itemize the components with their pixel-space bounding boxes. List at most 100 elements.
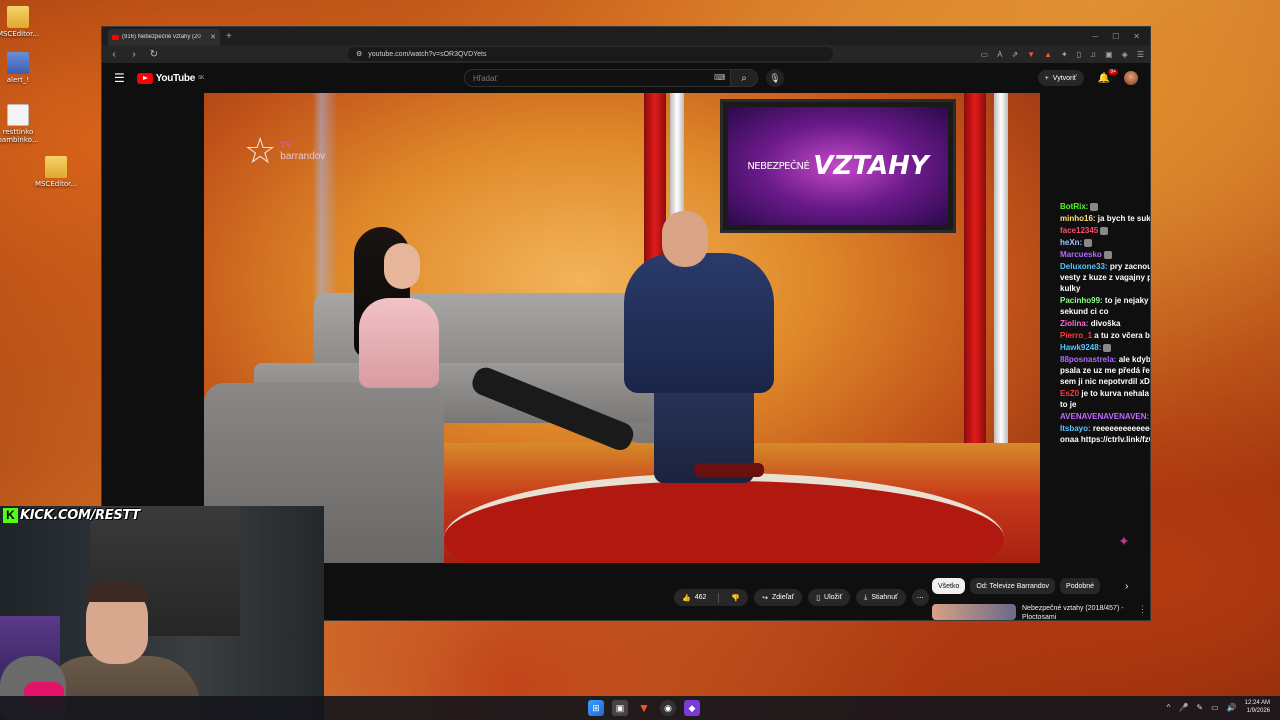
share-button[interactable]: ↪ Zdieľať bbox=[754, 589, 803, 606]
microphone-icon[interactable]: 🎙 bbox=[766, 69, 784, 87]
chip-all[interactable]: Všetko bbox=[932, 578, 966, 594]
video-player[interactable]: NEBEZPEČNÉ VZTAHY ☆ TV barrandov bbox=[204, 93, 1040, 563]
chat-username[interactable]: heXn: bbox=[1060, 238, 1082, 247]
translate-icon[interactable]: A bbox=[997, 50, 1002, 59]
kick-logo-icon: ✦ bbox=[1118, 533, 1130, 549]
chat-message: Pacinho99: to je nejaky hamilton za 30 s… bbox=[1060, 295, 1150, 317]
more-actions-button[interactable]: ⋯ bbox=[911, 589, 929, 606]
notifications-bell-icon[interactable]: 🔔 9+ bbox=[1098, 68, 1118, 84]
search-box: ⌨ ⌕ 🎙 bbox=[464, 69, 784, 87]
desktop-icon-msceditor[interactable]: MSCEditor... bbox=[0, 6, 48, 38]
cast-icon[interactable]: ▭ bbox=[981, 50, 989, 59]
chat-username[interactable]: Marcuesko bbox=[1060, 250, 1102, 259]
folder-icon bbox=[7, 6, 29, 28]
taskbar: ⊞ ▣ ▼ ◉ ◆ ^ 🎤 ✎ ▭ 🔊 12:24 AM 1/9/2026 bbox=[0, 696, 1280, 720]
chat-username[interactable]: Itsbayo: bbox=[1060, 424, 1091, 433]
extensions-icon[interactable]: ✦ bbox=[1061, 50, 1068, 59]
desktop-icon-alert[interactable]: alert_! bbox=[0, 52, 48, 84]
chat-message: minho16: ja bych te sukal od rana do vec… bbox=[1060, 213, 1151, 224]
emote-icon bbox=[1100, 226, 1109, 235]
wallet-icon[interactable]: ▣ bbox=[1105, 50, 1113, 59]
host-body bbox=[624, 253, 774, 393]
chat-username[interactable]: Pacinho99: bbox=[1060, 296, 1103, 305]
close-tab-icon[interactable]: ✕ bbox=[210, 33, 216, 41]
chat-username[interactable]: face12345 bbox=[1060, 226, 1098, 235]
search-input[interactable] bbox=[464, 69, 730, 87]
plus-icon: + bbox=[1044, 74, 1049, 82]
guest-face bbox=[384, 243, 420, 289]
chat-username[interactable]: Deluxone33: bbox=[1060, 262, 1108, 271]
star-logo-icon: ☆ bbox=[244, 130, 277, 171]
media-icon[interactable]: ♫ bbox=[1090, 50, 1096, 59]
window-controls: ─ ☐ ✕ bbox=[1092, 32, 1150, 41]
pen-icon[interactable]: ✎ bbox=[1196, 703, 1203, 712]
save-button[interactable]: ▯ Uložiť bbox=[808, 589, 851, 606]
taskbar-apps: ⊞ ▣ ▼ ◉ ◆ bbox=[588, 700, 700, 716]
browser-tab[interactable]: (916) Nebezpečné vztahy (20 ✕ bbox=[108, 29, 220, 45]
guide-menu-icon[interactable]: ☰ bbox=[114, 71, 125, 85]
chat-message: Pierro_1 a tu zo včera by si teda dal he… bbox=[1060, 330, 1150, 341]
download-button[interactable]: ⤓ Stiahnuť bbox=[856, 589, 906, 606]
chat-username[interactable]: minho16: bbox=[1060, 214, 1096, 223]
folder-icon bbox=[45, 156, 67, 178]
chat-username[interactable]: BotRix: bbox=[1060, 202, 1088, 211]
windows-start-icon[interactable]: ⊞ bbox=[588, 700, 604, 716]
more-vert-icon[interactable]: ⋮ bbox=[1138, 604, 1147, 620]
forward-icon[interactable]: › bbox=[128, 49, 140, 60]
obs-icon[interactable]: ◉ bbox=[660, 700, 676, 716]
brave-shields-icon[interactable]: ▼ bbox=[1027, 50, 1035, 59]
chat-text: ja bych te sukal od rana do vecera bbox=[1097, 214, 1151, 223]
guest-body bbox=[359, 298, 439, 388]
chat-username[interactable]: Hawk9248: bbox=[1060, 343, 1101, 352]
microphone-tray-icon[interactable]: 🎤 bbox=[1178, 703, 1188, 712]
kick-k-icon: K bbox=[3, 507, 18, 523]
create-button[interactable]: + Vytvoriť bbox=[1037, 70, 1084, 86]
brave-browser-icon[interactable]: ▼ bbox=[636, 700, 652, 716]
site-info-icon[interactable]: ⚙ bbox=[356, 50, 362, 58]
chat-text: a tu zo včera by si teda dal hej bbox=[1094, 331, 1150, 340]
brave-rewards-icon[interactable]: ▲ bbox=[1044, 50, 1052, 59]
chevron-up-icon[interactable]: ^ bbox=[1167, 703, 1171, 712]
desktop-icon-resttinko[interactable]: resttinko bambinko... bbox=[0, 104, 48, 144]
desktop-icon-msceditor-2[interactable]: MSCEditor... bbox=[26, 156, 86, 188]
new-tab-button[interactable]: + bbox=[226, 31, 232, 42]
chat-message: 88posnastrela: ale kdyby jsi videl jak m… bbox=[1060, 354, 1150, 387]
network-icon[interactable]: ▭ bbox=[1211, 703, 1219, 712]
share-icon[interactable]: ⇗ bbox=[1011, 50, 1018, 59]
volume-icon[interactable]: 🔊 bbox=[1227, 703, 1237, 712]
maximize-icon[interactable]: ☐ bbox=[1112, 32, 1119, 41]
youtube-header: ☰ YouTube SK ⌨ ⌕ 🎙 + Vytvoriť 🔔9+ bbox=[102, 63, 1150, 93]
chip-from-channel[interactable]: Od: Televize Barrandov bbox=[970, 578, 1056, 594]
menu-icon[interactable]: ☰ bbox=[1137, 50, 1144, 59]
chat-username[interactable]: Ziolina: bbox=[1060, 319, 1088, 328]
minimize-icon[interactable]: ─ bbox=[1092, 32, 1098, 41]
chevron-right-icon[interactable]: › bbox=[1125, 581, 1128, 592]
dislike-button[interactable]: 👎 bbox=[723, 594, 748, 602]
youtube-logo[interactable]: YouTube SK bbox=[136, 72, 204, 84]
shortcut-icon bbox=[7, 52, 29, 74]
url-field[interactable]: ⚙ youtube.com/watch?v=sOR3QVDYets bbox=[348, 47, 833, 61]
vpn-icon[interactable]: ◈ bbox=[1122, 50, 1128, 59]
system-tray: ^ 🎤 ✎ ▭ 🔊 12:24 AM 1/9/2026 bbox=[1167, 699, 1270, 715]
chat-message: Hawk9248: bbox=[1060, 342, 1150, 353]
recommended-video[interactable]: Nebezpečné vztahy (2018/457) - Ploctosam… bbox=[932, 604, 1147, 620]
back-icon[interactable]: ‹ bbox=[108, 49, 120, 60]
chat-username[interactable]: 88posnastrela: bbox=[1060, 355, 1116, 364]
chat-username[interactable]: EsZ0 bbox=[1060, 389, 1079, 398]
video-thumbnail[interactable] bbox=[932, 604, 1016, 620]
chat-message: heXn: bbox=[1060, 237, 1150, 248]
reload-icon[interactable]: ↻ bbox=[148, 49, 160, 60]
keyboard-icon[interactable]: ⌨ bbox=[714, 73, 726, 82]
sidebar-icon[interactable]: ▯ bbox=[1077, 50, 1081, 59]
chat-message: BotRix: bbox=[1060, 201, 1150, 212]
search-button[interactable]: ⌕ bbox=[730, 69, 758, 87]
avatar[interactable] bbox=[1124, 71, 1138, 85]
task-view-icon[interactable]: ▣ bbox=[612, 700, 628, 716]
chat-username[interactable]: Pierro_1 bbox=[1060, 331, 1092, 340]
app-icon[interactable]: ◆ bbox=[684, 700, 700, 716]
clock[interactable]: 12:24 AM 1/9/2026 bbox=[1245, 699, 1270, 715]
chip-similar[interactable]: Podobné bbox=[1060, 578, 1101, 594]
chat-username[interactable]: AVENAVENAVENAVEN: bbox=[1060, 412, 1149, 421]
like-button[interactable]: 👍 462 bbox=[674, 594, 714, 602]
close-window-icon[interactable]: ✕ bbox=[1133, 32, 1140, 41]
